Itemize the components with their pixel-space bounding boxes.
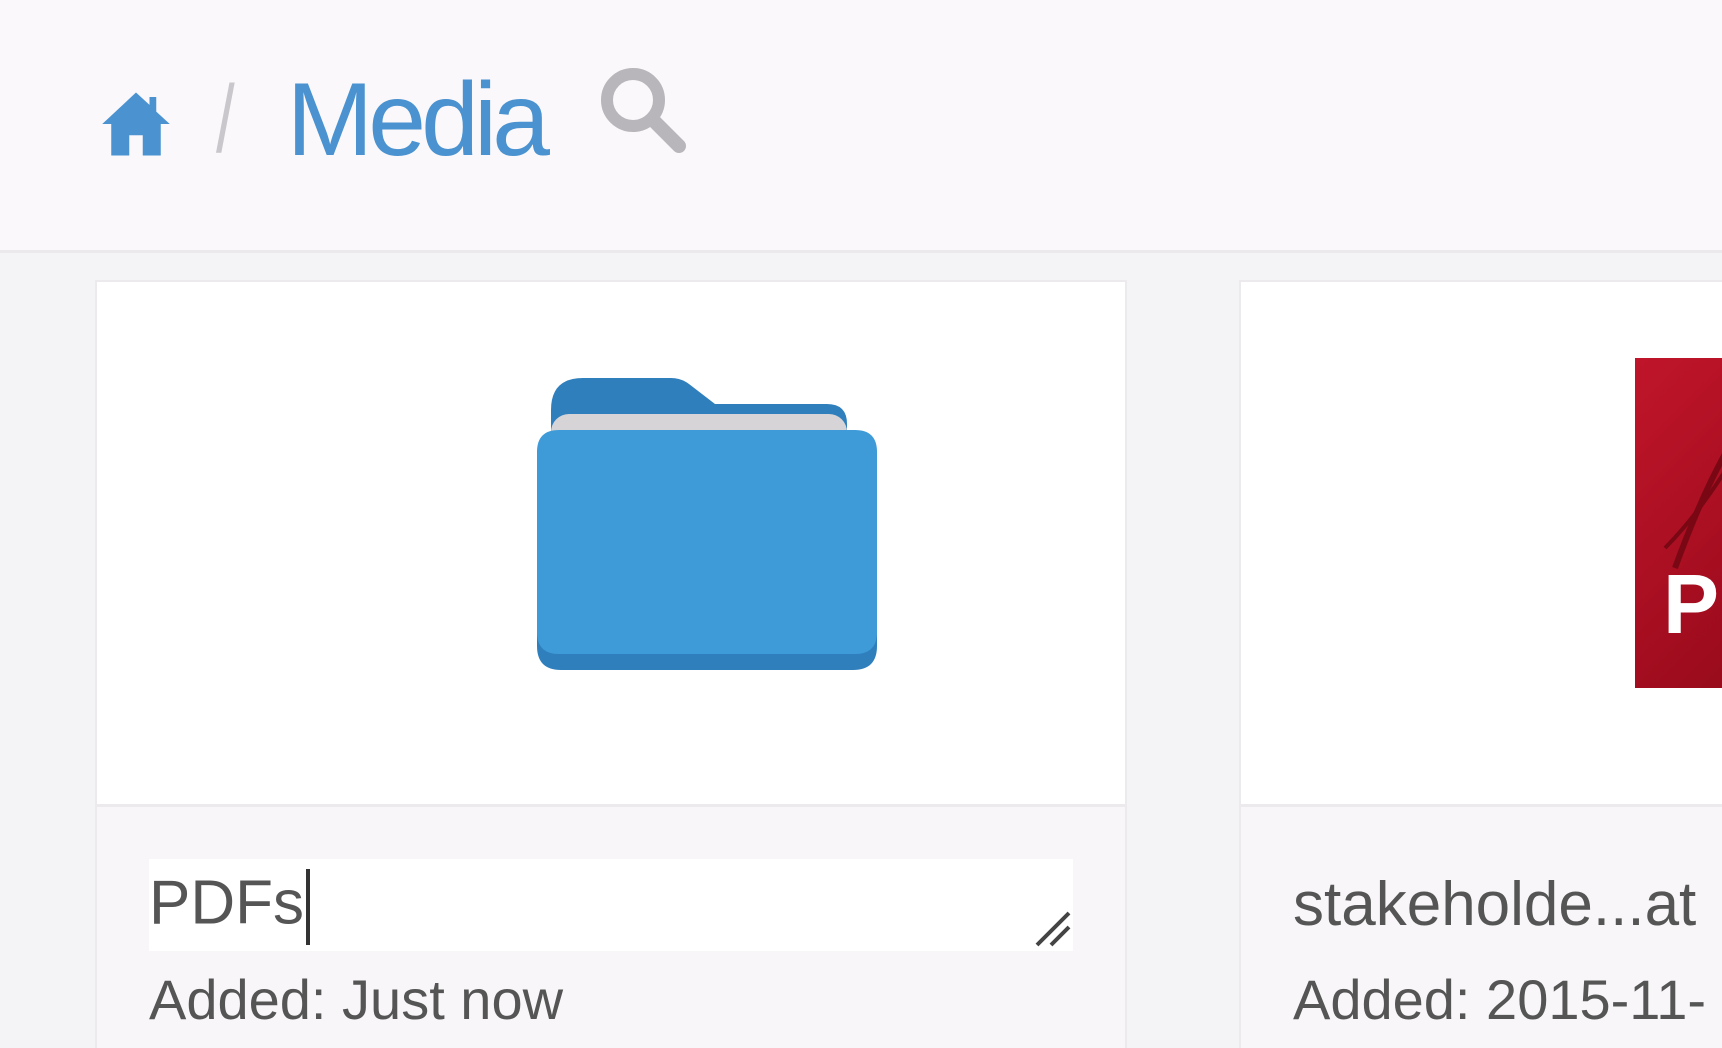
folder-name-value[interactable]: PDFs bbox=[149, 868, 304, 937]
added-date: Added: 2015-11- bbox=[1293, 968, 1707, 1031]
breadcrumb-separator: / bbox=[216, 66, 235, 173]
home-icon[interactable] bbox=[100, 88, 172, 160]
media-card-folder[interactable]: PDFs Added: Just now bbox=[95, 280, 1127, 1048]
folder-icon bbox=[537, 378, 877, 670]
acrobat-swoosh-icon bbox=[1663, 453, 1722, 570]
media-card-pdf[interactable]: P stakeholde...at Added: 2015-11- bbox=[1239, 280, 1722, 1048]
media-page: / Media PDFs Added: Just now P stakehold… bbox=[0, 0, 1722, 1048]
resize-handle-icon[interactable] bbox=[1033, 909, 1073, 949]
folder-name-input[interactable]: PDFs bbox=[149, 859, 1073, 951]
card-preview[interactable] bbox=[97, 282, 1125, 807]
card-preview[interactable]: P bbox=[1241, 282, 1722, 807]
card-footer: stakeholde...at Added: 2015-11- bbox=[1241, 807, 1722, 1048]
file-name[interactable]: stakeholde...at bbox=[1293, 869, 1696, 940]
search-icon[interactable] bbox=[595, 62, 691, 158]
breadcrumb: / Media bbox=[100, 60, 691, 180]
text-caret bbox=[306, 869, 310, 945]
pdf-label: P bbox=[1663, 557, 1720, 651]
page-title[interactable]: Media bbox=[287, 68, 550, 172]
card-footer: PDFs Added: Just now bbox=[97, 807, 1125, 1048]
pdf-file-icon: P bbox=[1635, 358, 1722, 688]
added-date: Added: Just now bbox=[149, 968, 564, 1031]
header: / Media bbox=[0, 0, 1722, 253]
